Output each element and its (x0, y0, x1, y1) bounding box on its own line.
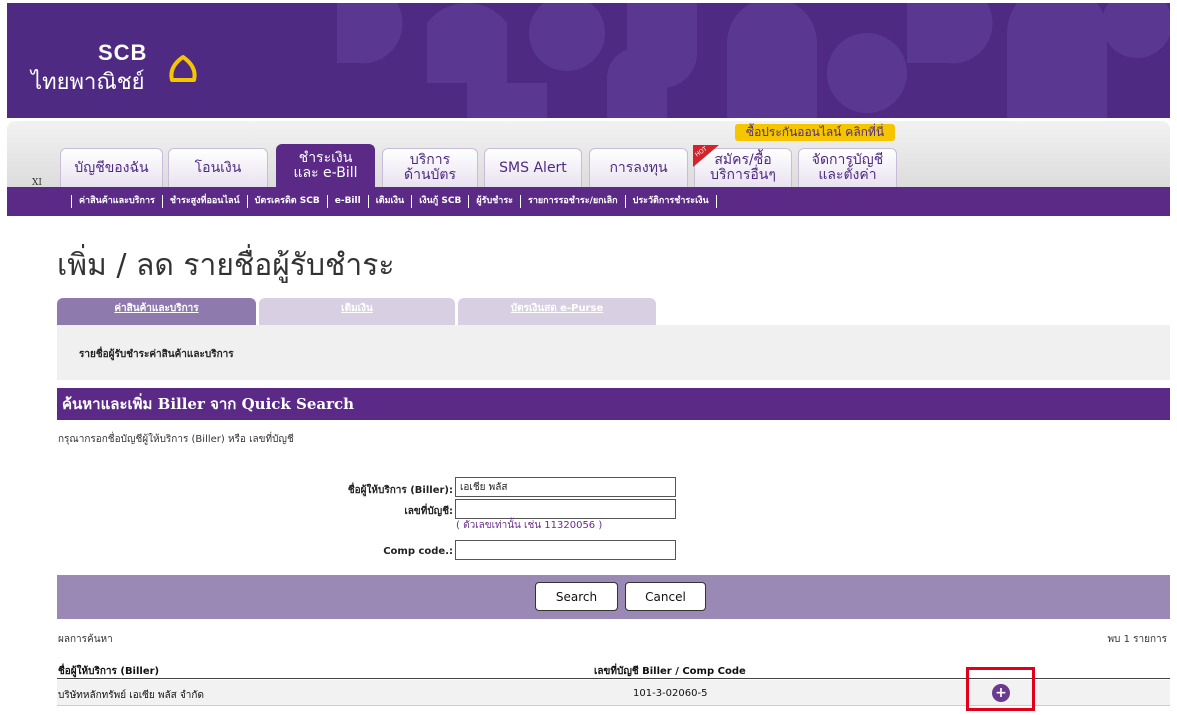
comp-code-label: Comp code.: (383, 546, 453, 557)
payment-submenu: ค่าสินค้าและบริการ ชำระสูงที่ออนไลน์ บัต… (7, 187, 1170, 216)
tab-topup[interactable]: เติมเงิน (259, 298, 455, 326)
submenu-pending-payments[interactable]: รายการรอชำระ/ยกเลิก (520, 195, 625, 208)
submenu-ebill[interactable]: e-Bill (326, 195, 368, 208)
submenu-payees[interactable]: ผู้รับชำระ (468, 195, 520, 208)
tab-card-services[interactable]: บริการ ด้านบัตร (382, 148, 478, 187)
search-button[interactable]: Search (535, 582, 618, 611)
tab-my-account[interactable]: บัญชีของฉัน (60, 148, 163, 187)
biller-input[interactable] (455, 477, 676, 497)
submenu-products-services[interactable]: ค่าสินค้าและบริการ (71, 195, 162, 208)
tab-products-services[interactable]: ค่าสินค้าและบริการ (57, 298, 256, 326)
insurance-promo-link[interactable]: ซื้อประกันออนไลน์ คลิกที่นี่ (735, 124, 895, 141)
panel-label: รายชื่อผู้รับชำระค่าสินค้าและบริการ (79, 349, 234, 360)
brand-th: ไทยพาณิชย์ (31, 70, 145, 95)
quick-search-header: ค้นหาและเพิ่ม Biller จาก Quick Search (57, 388, 1170, 420)
row-biller-name: บริษัทหลักทรัพย์ เอเซีย พลัส จำกัด (58, 690, 204, 701)
tab-investment[interactable]: การลงทุน (589, 148, 688, 187)
submenu-scb-loan[interactable]: เงินกู้ SCB (411, 195, 468, 208)
results-count: พบ 1 รายการ (1107, 634, 1167, 645)
account-input[interactable] (455, 499, 676, 519)
header-banner: SCB ไทยพาณิชย์ (7, 3, 1170, 118)
tab-payment-ebill[interactable]: ชำระเงิน และ e-Bill (276, 144, 375, 187)
search-instruction: กรุณากรอกชื่อบัญชีผู้ให้บริการ (Biller) … (58, 434, 294, 445)
biller-label: ชื่อผู้ให้บริการ (Biller): (347, 485, 453, 496)
cancel-button[interactable]: Cancel (625, 582, 706, 611)
scb-logo-icon (169, 55, 197, 82)
tab-account-settings[interactable]: จัดการบัญชี และตั้งค่า (798, 148, 897, 187)
submenu-payment-history[interactable]: ประวัติการชำระเงิน (624, 195, 717, 208)
hot-badge-icon: HOT (693, 145, 719, 167)
tab-sms-alert[interactable]: SMS Alert (484, 148, 582, 187)
results-label: ผลการค้นหา (58, 634, 113, 645)
highlight-box (966, 667, 1035, 711)
comp-code-input[interactable] (455, 540, 676, 560)
column-account-comp-code: เลขที่บัญชี Biller / Comp Code (594, 666, 746, 677)
tab-transfer[interactable]: โอนเงิน (168, 148, 268, 187)
page-title: เพิ่ม / ลด รายชื่อผู้รับชำระ (57, 248, 395, 283)
account-hint: ( ตัวเลขเท่านั้น เช่น 11320056 ) (456, 520, 603, 531)
tab-e-purse[interactable]: บัตรเงินสด e-Purse (458, 298, 656, 326)
account-label: เลขที่บัญชี: (404, 506, 453, 517)
submenu-online-shopping[interactable]: ชำระสูงที่ออนไลน์ (161, 195, 247, 208)
submenu-topup[interactable]: เติมเงิน (367, 195, 411, 208)
brand-en: SCB (98, 40, 148, 65)
column-biller-name: ชื่อผู้ให้บริการ (Biller) (58, 666, 160, 677)
row-account-number: 101-3-02060-5 (633, 688, 708, 699)
submenu-scb-credit-card[interactable]: บัตรเครดิต SCB (246, 195, 327, 208)
